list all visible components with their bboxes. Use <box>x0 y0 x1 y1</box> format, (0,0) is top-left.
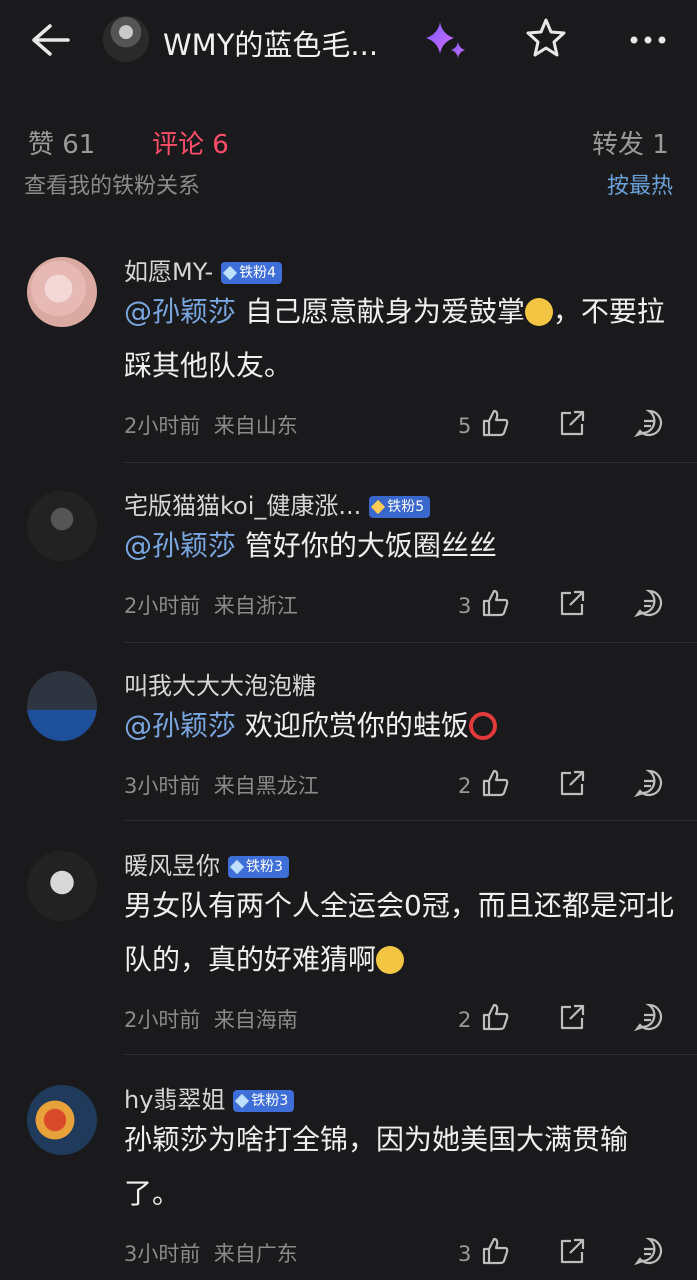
comment-username[interactable]: 宅版猫猫koi_健康涨... 铁粉5 <box>124 486 431 521</box>
more-icon[interactable] <box>626 20 670 60</box>
comment-text: @孙颖莎 自己愿意献身为爱鼓掌 ，不要拉踩其他队友。 <box>124 295 665 382</box>
comment-meta: 2小时前 来自山东 <box>124 414 298 438</box>
tab-reposts[interactable]: 转发 1 <box>592 124 669 161</box>
mention-link[interactable]: @孙颖莎 <box>124 529 236 562</box>
fan-badge: 铁粉4 <box>221 262 283 284</box>
page-title[interactable]: WMY的蓝色毛... <box>163 22 378 64</box>
avatar[interactable] <box>103 16 149 62</box>
comment-actions: 3 <box>458 1236 668 1270</box>
comment-meta: 3小时前 来自黑龙江 <box>124 774 319 798</box>
fan-relation-link[interactable]: 查看我的铁粉关系 <box>24 172 200 200</box>
like-icon[interactable] <box>480 1236 510 1266</box>
like-icon[interactable] <box>480 588 510 618</box>
share-icon[interactable] <box>557 408 587 438</box>
comment-username[interactable]: hy翡翠姐 铁粉3 <box>124 1080 295 1115</box>
reply-icon[interactable] <box>634 1236 664 1266</box>
like-icon[interactable] <box>480 408 510 438</box>
comment-actions: 5 <box>458 408 668 442</box>
divider <box>124 642 697 643</box>
reply-icon[interactable] <box>634 768 664 798</box>
comment-meta: 2小时前 来自海南 <box>124 1008 298 1032</box>
top-bar: WMY的蓝色毛... <box>0 0 697 80</box>
share-icon[interactable] <box>557 1002 587 1032</box>
comment-actions: 2 <box>458 1002 668 1036</box>
reply-icon[interactable] <box>634 1002 664 1032</box>
like-count: 3 <box>458 594 472 618</box>
comment-username[interactable]: 如愿MY- 铁粉4 <box>124 252 283 287</box>
share-icon[interactable] <box>557 588 587 618</box>
like-count: 3 <box>458 1242 472 1266</box>
comment-username[interactable]: 叫我大大大泡泡糖 <box>124 666 316 701</box>
divider <box>124 820 697 821</box>
fan-badge: 铁粉3 <box>233 1090 295 1112</box>
comment-meta: 3小时前 来自广东 <box>124 1242 298 1266</box>
mention-link[interactable]: @孙颖莎 <box>124 295 236 328</box>
tab-comments[interactable]: 评论 6 <box>152 124 229 161</box>
sparkle-icon[interactable] <box>420 18 470 62</box>
fan-badge: 铁粉5 <box>369 496 431 518</box>
avatar[interactable] <box>27 851 97 921</box>
avatar[interactable] <box>27 491 97 561</box>
reply-icon[interactable] <box>634 588 664 618</box>
avatar[interactable] <box>27 671 97 741</box>
sort-button[interactable]: 按最热 <box>607 172 673 200</box>
divider <box>124 462 697 463</box>
comment-actions: 3 <box>458 588 668 622</box>
avatar[interactable] <box>27 257 97 327</box>
comment-text: 男女队有两个人全运会0冠，而且还都是河北队的，真的好难猜啊 <box>124 889 674 976</box>
tab-likes[interactable]: 赞 61 <box>28 124 95 161</box>
fan-badge: 铁粉3 <box>228 856 289 878</box>
like-count: 2 <box>458 774 472 798</box>
back-arrow-icon[interactable] <box>28 20 72 60</box>
fan-relation-row: 查看我的铁粉关系 按最热 <box>0 172 697 202</box>
clap-emoji-icon <box>524 298 553 326</box>
comment-meta: 2小时前 来自浙江 <box>124 594 298 618</box>
red-circle-emoji-icon <box>468 712 497 740</box>
star-icon[interactable] <box>524 16 568 60</box>
mention-link[interactable]: @孙颖莎 <box>124 709 236 742</box>
like-count: 5 <box>458 414 472 438</box>
reply-icon[interactable] <box>634 408 664 438</box>
tab-bar: 赞 61 评论 6 转发 1 <box>0 110 697 170</box>
divider <box>124 1054 697 1055</box>
comment-text: 孙颖莎为啥打全锦，因为她美国大满贯输了。 <box>124 1123 629 1210</box>
comment-actions: 2 <box>458 768 668 802</box>
share-icon[interactable] <box>557 1236 587 1266</box>
share-icon[interactable] <box>557 768 587 798</box>
comment-text: @孙颖莎 欢迎欣赏你的蛙饭 <box>124 699 674 753</box>
smile-emoji-icon <box>376 946 405 974</box>
like-count: 2 <box>458 1008 472 1032</box>
avatar[interactable] <box>27 1085 97 1155</box>
comment-username[interactable]: 暖风昱你 铁粉3 <box>124 846 289 881</box>
comment-text: @孙颖莎 管好你的大饭圈丝丝 <box>124 529 497 562</box>
like-icon[interactable] <box>480 768 510 798</box>
like-icon[interactable] <box>480 1002 510 1032</box>
